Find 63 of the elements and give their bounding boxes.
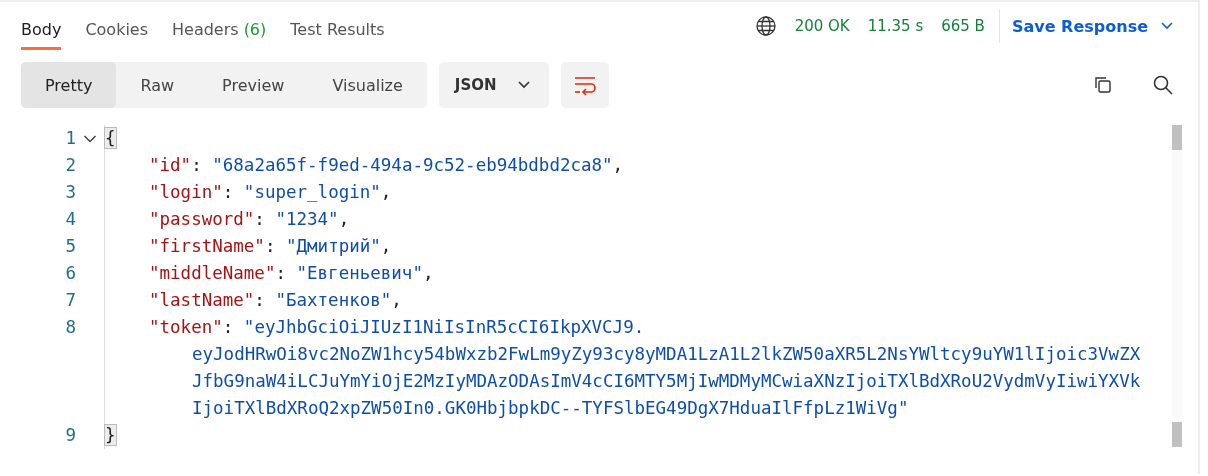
- json-string: "Дмитрий": [286, 236, 381, 256]
- line-number: 9: [64, 424, 76, 447]
- json-string: "Евгеньевич": [296, 263, 423, 283]
- json-string: eyJodHRwOi8vc2NoZW1hcy54bWxzb2FwLm9yZy93cy8yMDA1LzA1L2lkZW50aXR5L2NsYWltcy9uYW1lIjoic3VwZX: [192, 344, 1141, 364]
- wrap-lines-icon: [572, 74, 597, 96]
- json-punctuation: :: [254, 209, 266, 229]
- json-key: "password": [149, 209, 255, 229]
- format-dropdown[interactable]: JSON: [438, 62, 549, 108]
- caret-icon[interactable]: [1160, 21, 1174, 31]
- json-key: "login": [149, 182, 223, 202]
- json-string: "eyJhbGciOiJIUzI1NiIsInR5cCI6IkpXVCJ9.: [243, 317, 645, 337]
- line-number: 1: [64, 127, 76, 150]
- view-mode-tab[interactable]: Pretty: [21, 62, 117, 108]
- json-string: "1234": [275, 209, 339, 229]
- line-number: 6: [64, 262, 76, 285]
- line-number: 7: [64, 289, 76, 312]
- json-string: "68a2a65f-f9ed-494a-9c52-eb94bdbd2ca8": [212, 155, 613, 175]
- json-punctuation: ,: [380, 236, 392, 256]
- response-size[interactable]: 665 B: [941, 17, 985, 35]
- save-response-button[interactable]: Save Response: [1011, 16, 1174, 36]
- json-punctuation: :: [254, 290, 266, 310]
- response-tab[interactable]: Test Results: [290, 2, 385, 50]
- json-punctuation: :: [191, 155, 203, 175]
- json-string: IjoiTXlBdXRoQ2xpZW50In0.GK0HbjbpkDC--TYFSlbEG49DgX7HduaIlFfpLz1WiVg": [192, 398, 909, 418]
- json-punctuation: :: [222, 317, 235, 337]
- response-tab[interactable]: Cookies: [85, 2, 149, 50]
- json-key: "lastName": [149, 290, 255, 310]
- json-string: JfbG9naW4iLCJuYmYiOjE2MzIyMDAzODAsImV4cCI6MTY5MjIwMDMyMCwiaXNzIjoiTXlBdXRoU2VydmVyIiwiYXVk: [192, 371, 1141, 391]
- scrollbar[interactable]: [1172, 125, 1182, 447]
- wrap-lines-button[interactable]: [560, 62, 609, 108]
- json-key: "token": [149, 317, 223, 337]
- line-number: 3: [64, 181, 76, 204]
- line-number: 5: [64, 235, 76, 258]
- fold-chevron-icon[interactable]: [83, 133, 97, 144]
- json-punctuation: :: [222, 182, 235, 202]
- json-key: "middleName": [149, 263, 276, 283]
- view-mode-tab[interactable]: Raw: [116, 62, 199, 108]
- search-icon[interactable]: [1152, 74, 1174, 96]
- line-number: 2: [64, 154, 76, 177]
- response-tab[interactable]: Body: [21, 2, 62, 50]
- json-punctuation: ,: [338, 209, 350, 229]
- caret-icon[interactable]: [516, 80, 531, 90]
- line-number: 4: [64, 208, 76, 231]
- json-punctuation: :: [275, 263, 287, 283]
- json-brace: {: [105, 128, 116, 148]
- view-mode-tab[interactable]: Visualize: [308, 62, 427, 108]
- json-punctuation: ,: [422, 263, 434, 283]
- json-punctuation: ,: [380, 182, 392, 202]
- json-punctuation: ,: [612, 155, 624, 175]
- copy-icon[interactable]: [1092, 74, 1114, 96]
- json-key: "id": [149, 155, 192, 175]
- json-brace: }: [105, 425, 116, 445]
- json-punctuation: ,: [391, 290, 402, 310]
- view-mode-tab[interactable]: Preview: [198, 62, 309, 108]
- json-string: "Бахтенков": [275, 290, 392, 310]
- json-punctuation: :: [264, 236, 277, 256]
- line-number: 8: [64, 316, 76, 339]
- response-time[interactable]: 11.35 s: [867, 17, 924, 35]
- globe-icon[interactable]: [754, 15, 777, 37]
- json-string: "super_login": [243, 182, 381, 202]
- status-code[interactable]: 200 OK: [794, 17, 850, 35]
- json-key: "firstName": [149, 236, 265, 256]
- response-tab[interactable]: Headers (6): [172, 2, 267, 50]
